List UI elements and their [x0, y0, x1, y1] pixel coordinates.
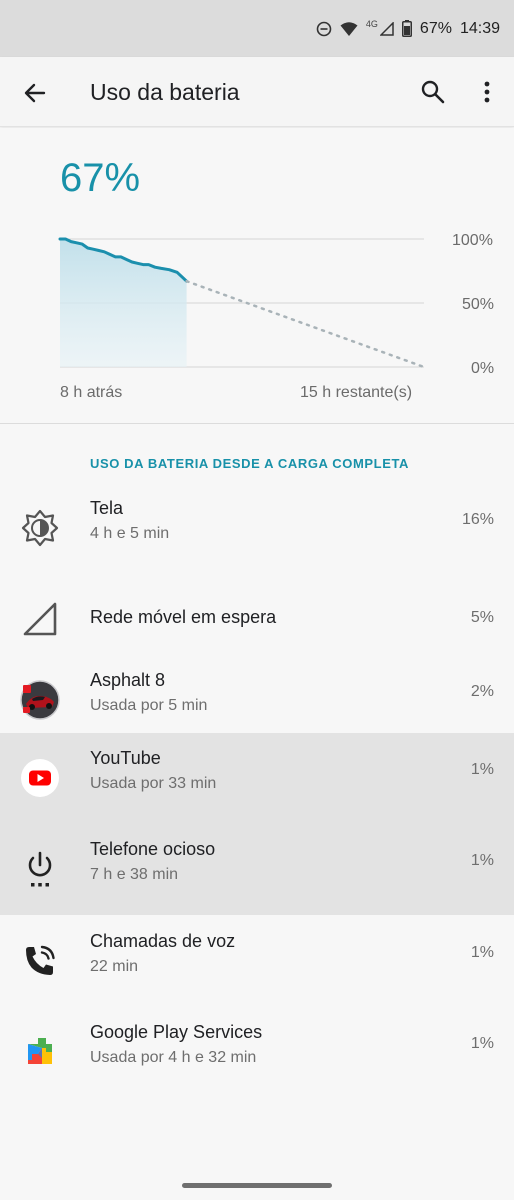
back-arrow-icon[interactable]: [20, 78, 50, 108]
section-header: USO DA BATERIA DESDE A CARGA COMPLETA: [90, 456, 410, 471]
y-tick-50: 50%: [462, 296, 495, 313]
item-name: Asphalt 8: [90, 670, 166, 690]
list-item-chamadas-de-voz[interactable]: Chamadas de voz 22 min 1%: [0, 916, 514, 1007]
do-not-disturb-icon: [316, 21, 332, 36]
list-item-tela[interactable]: Tela 4 h e 5 min 16%: [0, 483, 514, 574]
x-end-label: 15 h restante(s): [300, 384, 413, 401]
battery-summary: 67% 100% 50% 0% 8 h atrás 15 h restante(…: [0, 128, 514, 424]
cell-signal-status-icon: [379, 21, 394, 36]
item-detail: 7 h e 38 min: [90, 866, 179, 883]
clock: 14:39: [459, 19, 500, 37]
brightness-icon: [20, 508, 60, 548]
gesture-nav-handle[interactable]: [182, 1183, 332, 1188]
projection-line: [185, 279, 426, 369]
cell-signal-icon: [20, 599, 60, 639]
page-title: Uso da bateria: [90, 79, 240, 105]
list-item-google-play-services[interactable]: Google Play Services Usada por 4 h e 32 …: [0, 1007, 514, 1098]
list-item-youtube[interactable]: YouTube Usada por 33 min 1%: [0, 733, 514, 824]
battery-icon: [401, 20, 412, 37]
item-name: Google Play Services: [90, 1022, 263, 1042]
app-bar: Uso da bateria: [0, 57, 514, 127]
item-detail: Usada por 5 min: [90, 697, 208, 714]
item-detail: 4 h e 5 min: [90, 525, 170, 542]
battery-percent: 67%: [419, 19, 452, 37]
item-detail: Usada por 4 h e 32 min: [90, 1049, 257, 1066]
item-percent: 1%: [470, 761, 494, 778]
item-name: Rede móvel em espera: [90, 607, 277, 627]
item-name: Tela: [90, 498, 124, 518]
network-type: 4G: [365, 18, 378, 29]
phone-call-icon: [20, 941, 60, 981]
item-name: Chamadas de voz: [90, 931, 236, 951]
item-percent: 5%: [470, 609, 494, 626]
more-options-icon[interactable]: [474, 77, 500, 107]
y-tick-0: 0%: [471, 360, 495, 377]
y-tick-100: 100%: [452, 232, 493, 249]
status-bar: 4G 67% 14:39: [0, 0, 514, 57]
item-name: Telefone ocioso: [90, 839, 216, 859]
item-percent: 1%: [470, 852, 494, 869]
wifi-icon: [340, 21, 358, 36]
item-percent: 16%: [461, 511, 494, 528]
play-services-icon: [20, 1032, 60, 1072]
list-item-rede-movel[interactable]: Rede móvel em espera 5%: [0, 574, 514, 665]
item-detail: Usada por 33 min: [90, 775, 217, 792]
x-start-label: 8 h atrás: [60, 384, 123, 401]
item-percent: 1%: [470, 1035, 494, 1052]
item-name: YouTube: [90, 748, 161, 768]
item-detail: 22 min: [90, 958, 139, 975]
power-icon: [20, 849, 60, 889]
battery-chart: [58, 237, 426, 369]
item-percent: 1%: [470, 944, 494, 961]
youtube-app-icon: [20, 758, 60, 798]
list-item-telefone-ocioso[interactable]: Telefone ocioso 7 h e 38 min 1%: [0, 824, 514, 915]
search-icon[interactable]: [418, 77, 448, 107]
asphalt-app-icon: [20, 680, 60, 720]
item-percent: 2%: [470, 683, 494, 700]
